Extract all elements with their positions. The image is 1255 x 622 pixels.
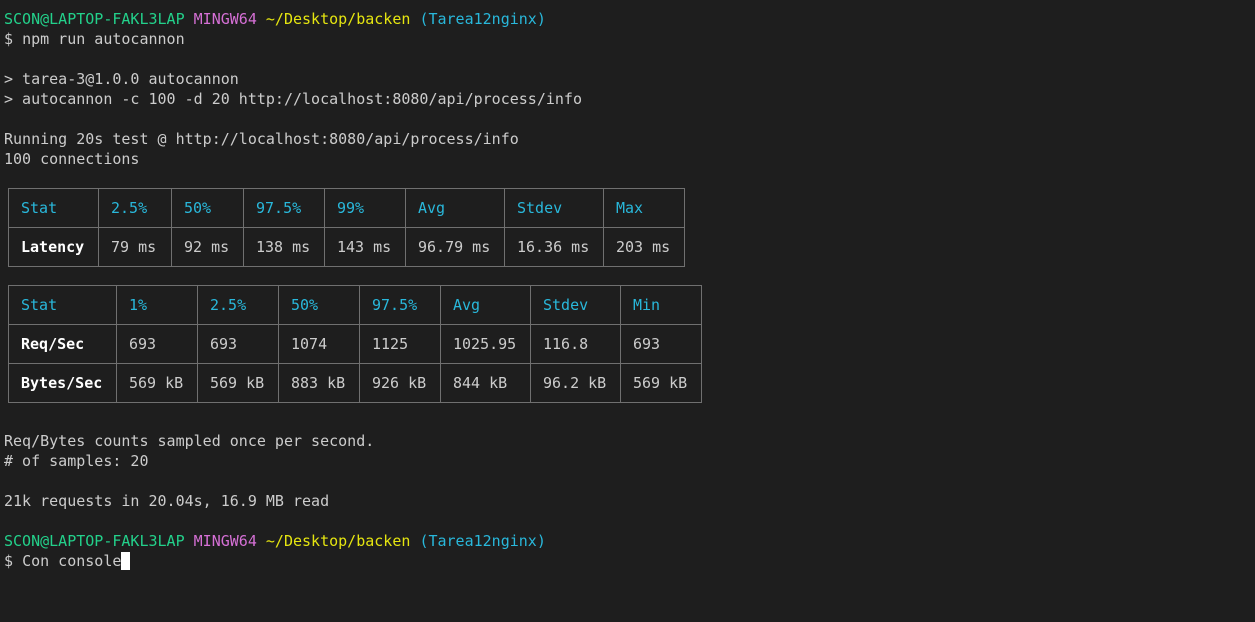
throughput-cell: 693 (620, 324, 702, 364)
prompt-path: ~/Desktop/backen (265, 10, 411, 28)
table-row: Bytes/Sec 569 kB 569 kB 883 kB 926 kB 84… (8, 363, 702, 403)
npm-output-line-1: > tarea-3@1.0.0 autocannon (4, 70, 239, 88)
throughput-cell: 569 kB (620, 363, 702, 403)
prompt-symbol: $ (4, 30, 14, 48)
throughput-table-header-row: Stat 1% 2.5% 50% 97.5% Avg Stdev Min (8, 285, 702, 325)
throughput-header-cell: 50% (278, 285, 360, 325)
throughput-cell: 693 (197, 324, 279, 364)
prompt-branch: (Tarea12nginx) (419, 532, 546, 550)
throughput-header-cell: Stdev (530, 285, 621, 325)
table-row: Req/Sec 693 693 1074 1125 1025.95 116.8 … (8, 324, 702, 364)
throughput-header-cell: 1% (116, 285, 198, 325)
latency-header-cell: Avg (405, 188, 505, 228)
latency-header-cell: Stat (8, 188, 99, 228)
command-line: $ npm run autocannon (4, 29, 1249, 49)
summary-line: 21k requests in 20.04s, 16.9 MB read (4, 492, 330, 510)
latency-cell: 92 ms (171, 227, 244, 267)
req-sec-row-label: Req/Sec (8, 324, 117, 364)
table-row: Latency 79 ms 92 ms 138 ms 143 ms 96.79 … (8, 227, 685, 267)
throughput-cell: 883 kB (278, 363, 360, 403)
prompt-line-1: SCON@LAPTOP-FAKL3LAP MINGW64 ~/Desktop/b… (4, 9, 1249, 29)
prompt-branch: (Tarea12nginx) (419, 10, 546, 28)
prompt-symbol: $ (4, 552, 14, 570)
throughput-header-cell: Min (620, 285, 702, 325)
latency-header-cell: 50% (171, 188, 244, 228)
footer-line-2: # of samples: 20 (4, 452, 149, 470)
throughput-cell: 1074 (278, 324, 360, 364)
latency-header-cell: Stdev (504, 188, 604, 228)
latency-header-cell: 2.5% (98, 188, 172, 228)
throughput-cell: 96.2 kB (530, 363, 621, 403)
prompt-shell: MINGW64 (193, 10, 257, 28)
terminal-output[interactable]: SCON@LAPTOP-FAKL3LAP MINGW64 ~/Desktop/b… (4, 9, 1249, 571)
throughput-cell: 569 kB (197, 363, 279, 403)
latency-header-cell: 97.5% (243, 188, 325, 228)
latency-header-cell: Max (603, 188, 685, 228)
latency-cell: 138 ms (243, 227, 325, 267)
throughput-cell: 844 kB (440, 363, 531, 403)
throughput-table: Stat 1% 2.5% 50% 97.5% Avg Stdev Min Req… (8, 285, 702, 403)
prompt-user-host: SCON@LAPTOP-FAKL3LAP (4, 532, 185, 550)
prompt-shell: MINGW64 (193, 532, 257, 550)
throughput-cell: 1125 (359, 324, 441, 364)
footer-line-1: Req/Bytes counts sampled once per second… (4, 432, 375, 450)
run-info-line-1: Running 20s test @ http://localhost:8080… (4, 130, 519, 148)
prompt-path: ~/Desktop/backen (265, 532, 411, 550)
throughput-header-cell: 2.5% (197, 285, 279, 325)
prompt-line-2: SCON@LAPTOP-FAKL3LAP MINGW64 ~/Desktop/b… (4, 531, 1249, 551)
latency-row-label: Latency (8, 227, 99, 267)
npm-output-line-2: > autocannon -c 100 -d 20 http://localho… (4, 90, 582, 108)
throughput-cell: 569 kB (116, 363, 198, 403)
throughput-header-cell: Avg (440, 285, 531, 325)
current-input-text[interactable]: Con console (22, 552, 121, 570)
throughput-cell: 116.8 (530, 324, 621, 364)
bytes-sec-row-label: Bytes/Sec (8, 363, 117, 403)
latency-cell: 96.79 ms (405, 227, 505, 267)
run-info-line-2: 100 connections (4, 150, 140, 168)
latency-cell: 79 ms (98, 227, 172, 267)
throughput-cell: 926 kB (359, 363, 441, 403)
throughput-cell: 1025.95 (440, 324, 531, 364)
latency-cell: 143 ms (324, 227, 406, 267)
input-line[interactable]: $ Con console (4, 551, 1249, 571)
prompt-user-host: SCON@LAPTOP-FAKL3LAP (4, 10, 185, 28)
throughput-header-cell: 97.5% (359, 285, 441, 325)
latency-table: Stat 2.5% 50% 97.5% 99% Avg Stdev Max La… (8, 188, 685, 267)
text-cursor (121, 552, 131, 570)
throughput-cell: 693 (116, 324, 198, 364)
latency-cell: 203 ms (603, 227, 685, 267)
command-text: npm run autocannon (22, 30, 185, 48)
throughput-header-cell: Stat (8, 285, 117, 325)
latency-cell: 16.36 ms (504, 227, 604, 267)
latency-table-header-row: Stat 2.5% 50% 97.5% 99% Avg Stdev Max (8, 188, 685, 228)
latency-header-cell: 99% (324, 188, 406, 228)
